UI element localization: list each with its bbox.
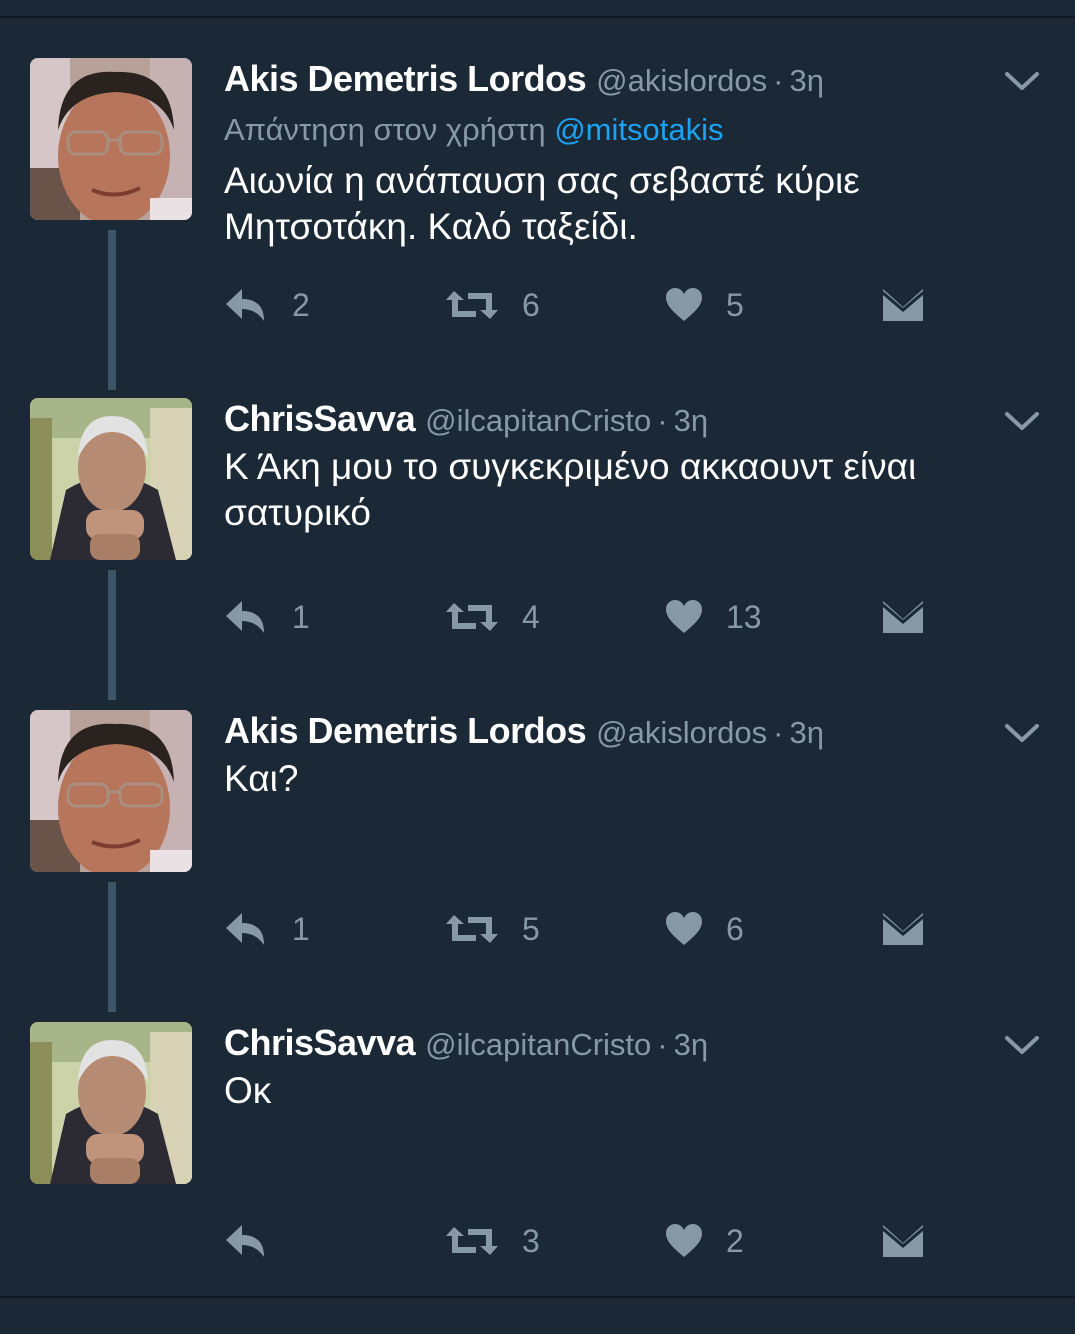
reply-count: 1 — [292, 910, 310, 947]
thread-connector — [108, 570, 116, 700]
heart-icon — [664, 287, 704, 323]
retweet-count: 5 — [522, 910, 540, 947]
heart-icon — [664, 599, 704, 635]
timestamp[interactable]: 3η — [789, 715, 823, 750]
tweet-text: Αιωνία η ανάπαυση σας σεβαστέ κύριε Μητσ… — [224, 160, 860, 247]
heart-icon — [664, 911, 704, 947]
tweet[interactable]: Akis Demetris Lordos @akislordos · 3η Και? … — [0, 710, 1075, 1022]
timestamp[interactable]: 3η — [674, 1027, 708, 1062]
tweet-text: Και? — [224, 758, 299, 799]
tweet[interactable]: ChrisSavva @ilcapitanCristo · 3η Κ Άκη μου … — [0, 398, 1075, 710]
reply-arrow-icon — [224, 911, 270, 947]
separator-dot: · — [773, 63, 784, 98]
separator-dot: · — [657, 403, 668, 438]
direct-message-button[interactable] — [882, 904, 924, 954]
retweet-button[interactable]: 5 — [444, 904, 540, 954]
like-count: 6 — [726, 910, 744, 947]
separator-dot: · — [773, 715, 784, 750]
thread-connector — [108, 882, 116, 1012]
reply-count: 1 — [292, 598, 310, 635]
envelope-icon — [882, 1223, 924, 1259]
like-count: 2 — [726, 1222, 744, 1259]
author-handle[interactable]: @ilcapitanCristo — [425, 1027, 651, 1062]
tweet-header: Akis Demetris Lordos @akislordos · 3η — [224, 710, 824, 751]
chevron-down-icon[interactable] — [1004, 410, 1040, 432]
direct-message-button[interactable] — [882, 280, 924, 330]
author-handle[interactable]: @ilcapitanCristo — [425, 403, 651, 438]
envelope-icon — [882, 599, 924, 635]
action-bar: 1 5 6 — [224, 904, 1024, 954]
direct-message-button[interactable] — [882, 1216, 924, 1266]
retweet-icon — [444, 287, 500, 323]
retweet-count: 6 — [522, 286, 540, 323]
like-count: 5 — [726, 286, 744, 323]
direct-message-button[interactable] — [882, 592, 924, 642]
reply-context-label: Απάντηση στον χρήστη — [224, 112, 555, 147]
author-name[interactable]: ChrisSavva — [224, 398, 416, 439]
retweet-count: 3 — [522, 1222, 540, 1259]
author-name[interactable]: Akis Demetris Lordos — [224, 58, 587, 99]
like-button[interactable]: 6 — [664, 904, 744, 954]
avatar[interactable] — [30, 398, 192, 560]
like-button[interactable]: 5 — [664, 280, 744, 330]
action-bar: 2 6 5 — [224, 280, 1024, 330]
like-button[interactable]: 2 — [664, 1216, 744, 1266]
author-name[interactable]: Akis Demetris Lordos — [224, 710, 587, 751]
retweet-button[interactable]: 3 — [444, 1216, 540, 1266]
tweet[interactable]: Akis Demetris Lordos @akislordos · 3η Απάντ… — [0, 58, 1075, 390]
chevron-down-icon[interactable] — [1004, 1034, 1040, 1056]
retweet-count: 4 — [522, 598, 540, 635]
avatar[interactable] — [30, 1022, 192, 1184]
timestamp[interactable]: 3η — [789, 63, 823, 98]
timestamp[interactable]: 3η — [674, 403, 708, 438]
tweet[interactable]: ChrisSavva @ilcapitanCristo · 3η Οκ 3 2 — [0, 1022, 1075, 1334]
reply-arrow-icon — [224, 287, 270, 323]
mention-link[interactable]: @mitsotakis — [554, 112, 723, 147]
separator-dot: · — [657, 1027, 668, 1062]
thread-connector — [108, 230, 116, 390]
bottom-separator — [0, 1296, 1075, 1298]
envelope-icon — [882, 911, 924, 947]
reply-arrow-icon — [224, 599, 270, 635]
retweet-button[interactable]: 6 — [444, 280, 540, 330]
chevron-down-icon[interactable] — [1004, 70, 1040, 92]
author-name[interactable]: ChrisSavva — [224, 1022, 416, 1063]
heart-icon — [664, 1223, 704, 1259]
retweet-icon — [444, 1223, 500, 1259]
author-handle[interactable]: @akislordos — [596, 715, 767, 750]
action-bar: 3 2 — [224, 1216, 1024, 1266]
reply-arrow-icon — [224, 1223, 270, 1259]
retweet-button[interactable]: 4 — [444, 592, 540, 642]
tweet-header: ChrisSavva @ilcapitanCristo · 3η — [224, 398, 708, 439]
like-button[interactable]: 13 — [664, 592, 762, 642]
tweet-text: Κ Άκη μου το συγκεκριμένο ακκαουντ είναι… — [224, 446, 917, 533]
tweet-header: Akis Demetris Lordos @akislordos · 3η — [224, 58, 824, 99]
reply-button[interactable]: 1 — [224, 904, 310, 954]
envelope-icon — [882, 287, 924, 323]
reply-count: 2 — [292, 286, 310, 323]
reply-button[interactable]: 1 — [224, 592, 310, 642]
avatar[interactable] — [30, 710, 192, 872]
reply-context: Απάντηση στον χρήστη @mitsotakis — [224, 112, 723, 148]
reply-button[interactable] — [224, 1216, 292, 1266]
retweet-icon — [444, 911, 500, 947]
author-handle[interactable]: @akislordos — [596, 63, 767, 98]
reply-button[interactable]: 2 — [224, 280, 310, 330]
avatar[interactable] — [30, 58, 192, 220]
tweet-text: Οκ — [224, 1070, 272, 1111]
action-bar: 1 4 13 — [224, 592, 1024, 642]
top-separator — [0, 16, 1075, 18]
tweet-header: ChrisSavva @ilcapitanCristo · 3η — [224, 1022, 708, 1063]
like-count: 13 — [726, 598, 762, 635]
retweet-icon — [444, 599, 500, 635]
chevron-down-icon[interactable] — [1004, 722, 1040, 744]
